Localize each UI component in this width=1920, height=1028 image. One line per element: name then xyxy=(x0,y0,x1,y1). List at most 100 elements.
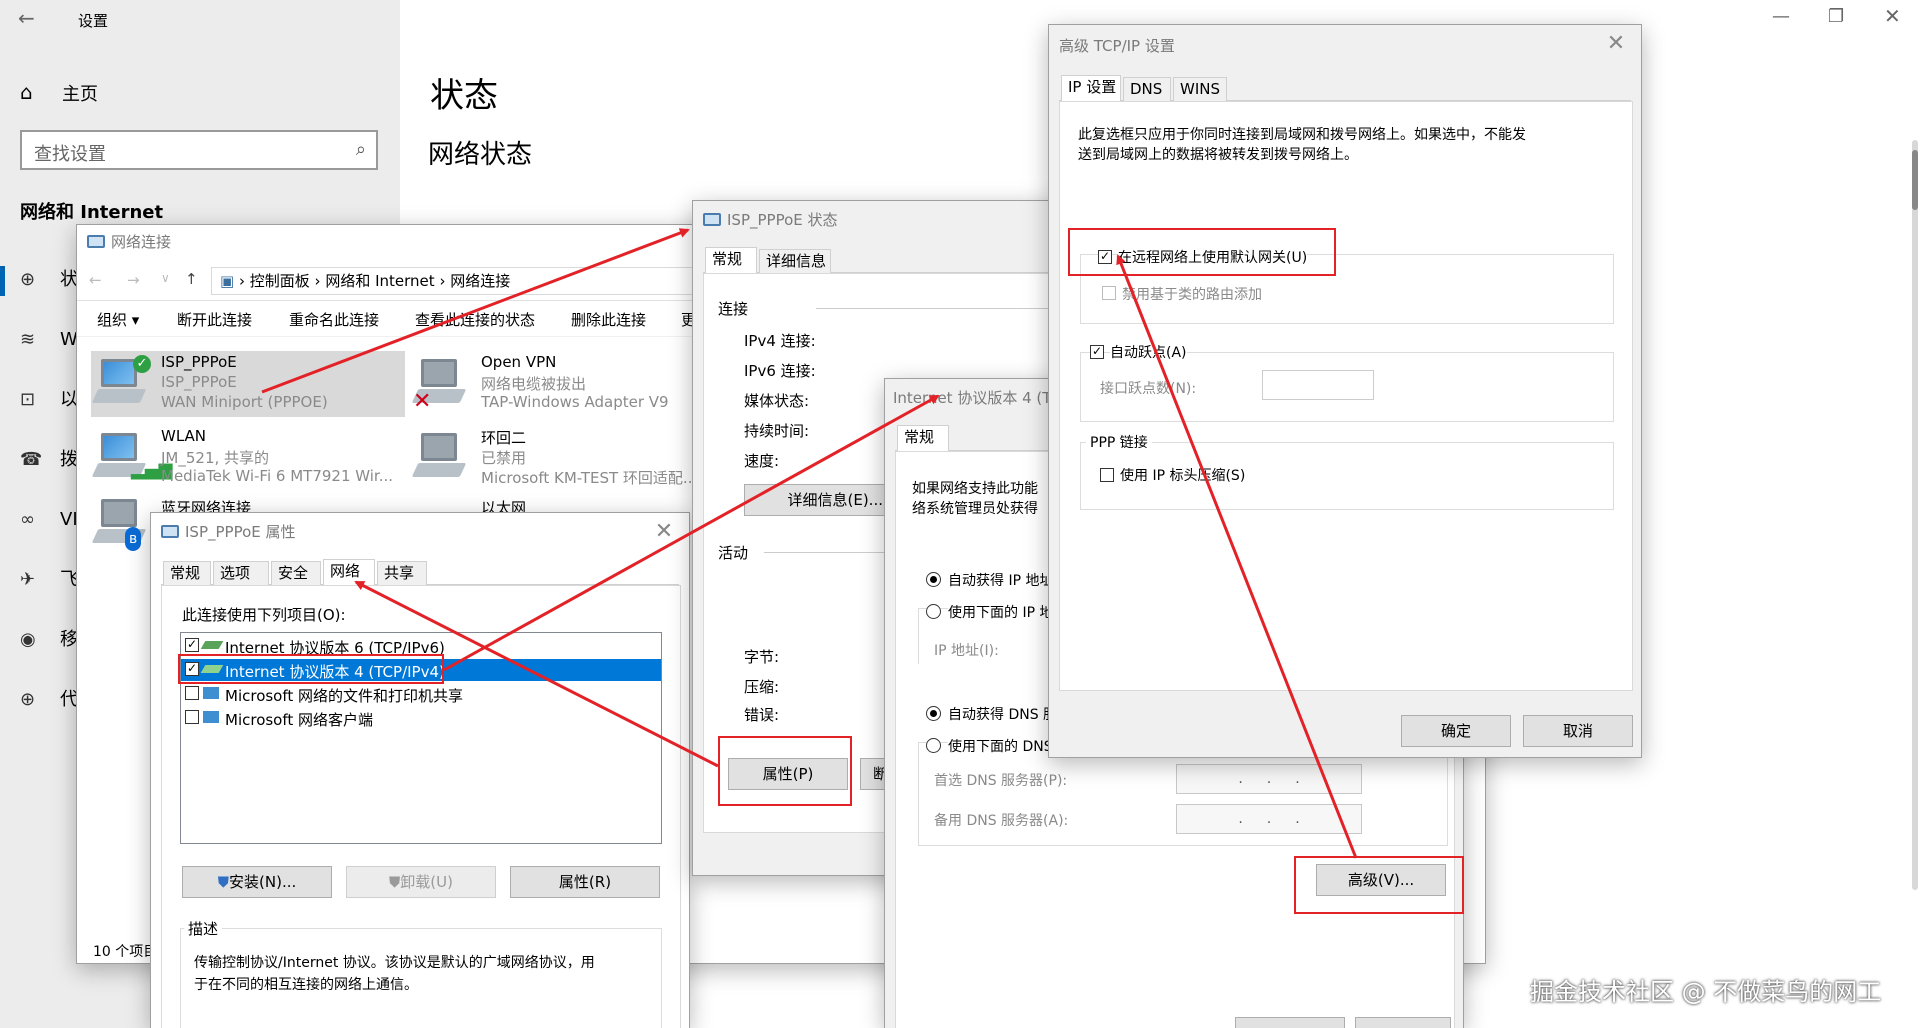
tab-general[interactable]: 常规 xyxy=(705,247,757,273)
ok-button[interactable] xyxy=(1235,1017,1345,1028)
folder-icon: ▣ xyxy=(220,272,235,290)
annotation-box-ipv4-item xyxy=(178,654,444,684)
organize-menu[interactable]: 组织 ▾ xyxy=(97,303,139,337)
details-button[interactable]: 详细信息(E)... xyxy=(744,484,894,516)
disconnect-button[interactable]: 断开此连接 xyxy=(177,303,252,337)
settings-search-input[interactable]: 查找设置 ⌕ xyxy=(20,130,378,170)
tab-ip-settings[interactable]: IP 设置 xyxy=(1061,75,1121,101)
delete-button[interactable]: 删除此连接 xyxy=(571,303,646,337)
install-button[interactable]: ⛊安装(N)... xyxy=(182,866,332,898)
nav-hotspot[interactable]: ◉ 移 xyxy=(20,618,78,662)
disconnected-x-icon: ✕ xyxy=(413,389,432,414)
interface-metric-label: 接口跃点数(N): xyxy=(1100,381,1197,397)
list-item[interactable]: Microsoft 网络客户端 xyxy=(181,707,661,729)
list-item-label: Microsoft 网络客户端 xyxy=(225,711,374,729)
disable-class-route-label: 禁用基于类的路由添加 xyxy=(1122,287,1262,303)
manual-ip-radio[interactable] xyxy=(926,604,941,619)
back-arrow-icon[interactable]: ← xyxy=(89,271,102,289)
dialog-title: 高级 TCP/IP 设置 xyxy=(1059,37,1175,55)
window-close-icon[interactable]: ✕ xyxy=(1884,4,1901,28)
breadcrumb-item[interactable]: 网络和 Internet xyxy=(325,272,434,290)
close-icon[interactable]: ✕ xyxy=(649,517,679,547)
tab-general[interactable]: 常规 xyxy=(163,561,211,585)
tab-network[interactable]: 网络 xyxy=(323,559,375,585)
back-arrow-icon[interactable]: ← xyxy=(18,6,35,30)
tab-dns[interactable]: DNS xyxy=(1123,77,1171,101)
forward-arrow-icon[interactable]: → xyxy=(127,271,140,289)
tab-security[interactable]: 安全 xyxy=(271,561,321,585)
properties-r-button[interactable]: 属性(R) xyxy=(510,866,660,898)
window-minimize-icon[interactable]: — xyxy=(1772,6,1790,27)
breadcrumb-item[interactable]: 控制面板 xyxy=(250,272,310,290)
shield-icon: ⛊ xyxy=(389,873,401,891)
tab-general[interactable]: 常规 xyxy=(897,425,949,451)
nav-ethernet[interactable]: ⊡ 以 xyxy=(20,378,78,422)
section-heading: 网络和 Internet xyxy=(20,202,164,223)
list-item-checkbox[interactable]: ✓ xyxy=(185,638,199,652)
tab-bar: 常规 选项 安全 网络 共享 xyxy=(161,559,679,585)
settings-title: 设置 xyxy=(78,12,109,30)
tab-details[interactable]: 详细信息 xyxy=(759,249,831,273)
window-restore-icon[interactable]: ❐ xyxy=(1828,6,1844,27)
auto-dns-label: 自动获得 DNS 服 xyxy=(948,707,1058,723)
nav-wlan[interactable]: ≋ W xyxy=(20,318,78,362)
items-list-label: 此连接使用下列项目(O): xyxy=(182,606,346,624)
ip-header-compression-label: 使用 IP 标头压缩(S) xyxy=(1120,468,1246,484)
compression-label: 压缩: xyxy=(744,678,780,696)
connection-name: ISP_PPPoE xyxy=(161,353,237,371)
nav-dialup[interactable]: ☎ 拨 xyxy=(20,438,78,482)
auto-ip-radio[interactable] xyxy=(926,572,941,587)
connection-heading: 连接 xyxy=(718,300,749,318)
tab-bar: IP 设置 DNS WINS xyxy=(1059,75,1631,101)
nav-vpn[interactable]: ∞ VI xyxy=(20,498,78,542)
connection-adapter: WAN Miniport (PPPOE) xyxy=(161,393,328,411)
manual-dns-radio[interactable] xyxy=(926,738,941,753)
connection-item-isp[interactable]: ✓ ISP_PPPoE ISP_PPPoE WAN Miniport (PPPO… xyxy=(91,351,405,417)
scrollbar[interactable] xyxy=(1912,140,1918,890)
breadcrumb-item[interactable]: 网络连接 xyxy=(450,272,510,290)
hotspot-icon: ◉ xyxy=(20,629,36,650)
cancel-button[interactable]: 取消 xyxy=(1523,715,1633,747)
ok-button[interactable]: 确定 xyxy=(1401,715,1511,747)
tab-wins[interactable]: WINS xyxy=(1173,77,1227,101)
rename-button[interactable]: 重命名此连接 xyxy=(289,303,379,337)
list-item-checkbox[interactable] xyxy=(185,710,199,724)
manual-ip-label: 使用下面的 IP 地 xyxy=(948,602,1054,622)
connection-name: 环回二 xyxy=(481,429,527,447)
nav-proxy[interactable]: ⊕ 代 xyxy=(20,678,78,722)
description-text-line1: 传输控制协议/Internet 协议。该协议是默认的广域网络协议，用 xyxy=(194,955,595,971)
ip-header-compression-checkbox[interactable] xyxy=(1100,468,1114,482)
search-icon: ⌕ xyxy=(355,139,366,160)
home-link[interactable]: 主页 xyxy=(62,80,98,106)
tab-options[interactable]: 选项 xyxy=(213,561,269,585)
scrollbar-thumb[interactable] xyxy=(1912,150,1918,210)
alternate-dns-field[interactable]: ... xyxy=(1176,804,1362,834)
interface-metric-input[interactable] xyxy=(1262,370,1374,400)
tab-panel: 此连接使用下列项目(O): ✓ Internet 协议版本 6 (TCP/IPv… xyxy=(161,585,681,1028)
description-line2: 送到局域网上的数据将被转发到拨号网络上。 xyxy=(1078,147,1358,163)
watermark: 掘金技术社区 @ 不做菜鸟的网工 xyxy=(1530,978,1882,1006)
nav-airplane[interactable]: ✈ 飞 xyxy=(20,558,78,602)
list-item[interactable]: Microsoft 网络的文件和打印机共享 xyxy=(181,683,661,705)
view-status-button[interactable]: 查看此连接的状态 xyxy=(415,303,535,337)
close-icon[interactable]: ✕ xyxy=(1601,29,1631,59)
auto-metric-checkbox[interactable]: ✓ xyxy=(1090,345,1104,359)
nav-status[interactable]: ⊕ 状 xyxy=(20,258,78,302)
up-arrow-icon[interactable]: ↑ xyxy=(185,270,198,288)
connection-item-wlan[interactable]: ▂▄▆ WLAN JM_521, 共享的 MediaTek Wi-Fi 6 MT… xyxy=(91,425,405,491)
tab-sharing[interactable]: 共享 xyxy=(377,561,427,585)
preferred-dns-field[interactable]: ... xyxy=(1176,764,1362,794)
disable-class-route-checkbox[interactable] xyxy=(1102,286,1116,300)
auto-dns-radio[interactable] xyxy=(926,706,941,721)
cancel-button[interactable] xyxy=(1355,1017,1451,1028)
connection-adapter: MediaTek Wi-Fi 6 MT7921 Wir... xyxy=(161,467,394,485)
annotation-box-advanced-button xyxy=(1294,856,1464,914)
annotation-box-default-gateway xyxy=(1068,228,1336,276)
dropdown-icon[interactable]: ∨ xyxy=(161,271,170,285)
client-icon xyxy=(203,711,219,723)
dialup-icon: ☎ xyxy=(20,449,43,470)
ppp-heading: PPP 链接 xyxy=(1086,432,1152,452)
list-item-checkbox[interactable] xyxy=(185,686,199,700)
uninstall-button[interactable]: ⛊卸载(U) xyxy=(346,866,496,898)
connection-status: 已禁用 xyxy=(481,449,527,467)
